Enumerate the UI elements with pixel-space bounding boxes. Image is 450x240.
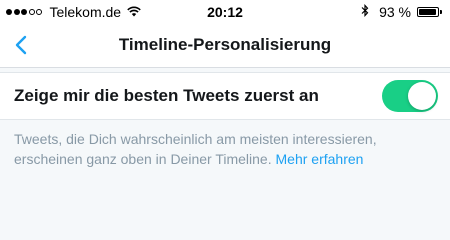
- setting-row-best-tweets: Zeige mir die besten Tweets zuerst an: [0, 72, 450, 120]
- signal-dot: [36, 9, 42, 15]
- description-line-2: erscheinen ganz oben in Deiner Timeline.…: [14, 149, 434, 169]
- toggle-knob: [408, 82, 436, 110]
- chevron-left-icon: [15, 35, 27, 55]
- signal-dot: [6, 9, 12, 15]
- status-bar: Telekom.de 20:12 93 %: [0, 0, 450, 24]
- battery-percent: 93 %: [379, 4, 411, 20]
- wifi-icon: [127, 4, 141, 20]
- best-tweets-toggle[interactable]: [382, 80, 438, 112]
- battery-icon: [417, 7, 439, 17]
- carrier-name: Telekom.de: [49, 4, 122, 20]
- status-right: 93 %: [361, 3, 442, 20]
- signal-strength-icon: [6, 9, 44, 15]
- description-line-1: Tweets, die Dich wahrscheinlich am meist…: [14, 131, 377, 147]
- navigation-bar: Timeline-Personalisierung: [0, 24, 450, 68]
- description-line-2-text: erscheinen ganz oben in Deiner Timeline.: [14, 151, 272, 167]
- setting-description: Tweets, die Dich wahrscheinlich am meist…: [14, 129, 434, 169]
- battery-level: [419, 9, 436, 15]
- signal-dot: [28, 9, 35, 15]
- bluetooth-icon: [361, 3, 369, 20]
- learn-more-link[interactable]: Mehr erfahren: [276, 151, 364, 167]
- page-title: Timeline-Personalisierung: [118, 35, 332, 54]
- setting-label: Zeige mir die besten Tweets zuerst an: [14, 86, 319, 105]
- battery-tip: [440, 10, 442, 14]
- signal-dot: [13, 9, 20, 15]
- status-left: Telekom.de: [6, 4, 141, 20]
- back-button[interactable]: [6, 30, 36, 60]
- signal-dot: [21, 9, 27, 15]
